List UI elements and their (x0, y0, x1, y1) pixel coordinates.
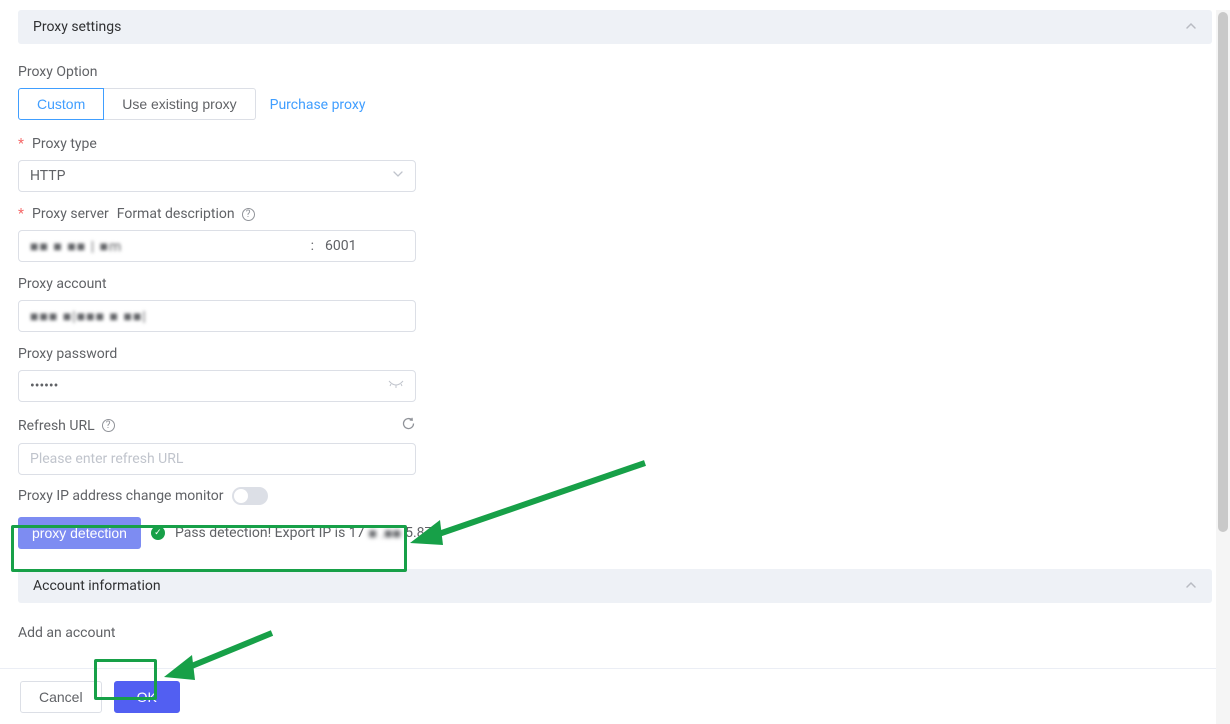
scrollbar-thumb[interactable] (1218, 12, 1228, 532)
help-icon[interactable]: ? (102, 419, 115, 432)
section-title: Account information (33, 578, 161, 594)
eye-icon[interactable] (388, 379, 404, 394)
ip-monitor-toggle[interactable] (232, 487, 268, 505)
proxy-server-label: * Proxy server Format description ? (18, 206, 1212, 222)
proxy-type-value: HTTP (30, 168, 65, 184)
refresh-url-placeholder: Please enter refresh URL (30, 451, 183, 467)
proxy-type-label: * Proxy type (18, 136, 1212, 152)
proxy-server-input[interactable]: ■■ ■ ■■ | ■m : 6001 (18, 230, 416, 262)
refresh-url-label: Refresh URL ? (18, 418, 115, 434)
ok-button[interactable]: OK (114, 681, 180, 713)
proxy-account-input[interactable]: ■■■ ■|■■■ ■ ■■| (18, 300, 416, 332)
section-title: Proxy settings (33, 19, 121, 35)
proxy-password-value: •••••• (30, 378, 58, 394)
check-icon: ✓ (151, 526, 165, 540)
chevron-up-icon (1185, 20, 1197, 35)
refresh-url-input[interactable]: Please enter refresh URL (18, 443, 416, 475)
refresh-icon[interactable] (401, 416, 416, 435)
scrollbar-track[interactable] (1216, 10, 1230, 724)
required-star: * (18, 136, 24, 152)
ip-monitor-label: Proxy IP address change monitor (18, 488, 224, 504)
proxy-account-label: Proxy account (18, 276, 1212, 292)
account-info-header[interactable]: Account information (18, 569, 1212, 603)
proxy-option-tabs: Custom Use existing proxy (18, 88, 256, 120)
proxy-type-select[interactable]: HTTP (18, 160, 416, 192)
detection-result-text: Pass detection! Export IP is 17 ■ .■■ 5.… (175, 525, 432, 542)
proxy-password-input[interactable]: •••••• (18, 370, 416, 402)
chevron-up-icon (1185, 579, 1197, 594)
add-account-label: Add an account (18, 625, 1212, 641)
proxy-port-value: 6001 (320, 238, 415, 254)
help-icon[interactable]: ? (242, 208, 255, 221)
tab-use-existing[interactable]: Use existing proxy (104, 88, 255, 120)
proxy-host-value: ■■ ■ ■■ | ■m (19, 238, 305, 255)
host-port-separator: : (305, 238, 320, 254)
proxy-password-label: Proxy password (18, 346, 1212, 362)
proxy-account-value: ■■■ ■|■■■ ■ ■■| (30, 308, 147, 325)
purchase-proxy-link[interactable]: Purchase proxy (270, 97, 366, 113)
proxy-detection-button[interactable]: proxy detection (18, 517, 141, 549)
footer-bar: Cancel OK (0, 668, 1230, 724)
proxy-settings-header[interactable]: Proxy settings (18, 10, 1212, 44)
chevron-down-icon (392, 168, 404, 184)
tab-custom[interactable]: Custom (18, 88, 104, 120)
cancel-button[interactable]: Cancel (20, 681, 102, 713)
proxy-option-label: Proxy Option (18, 64, 1212, 80)
required-star: * (18, 206, 24, 222)
